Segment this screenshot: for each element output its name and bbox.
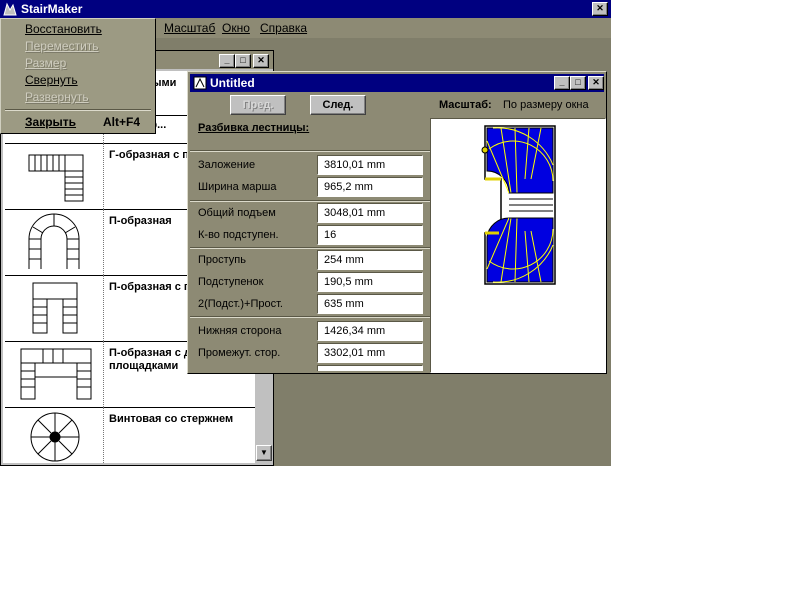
l-stair-icon (5, 143, 104, 209)
field-label-risers: К-во подступен. (198, 229, 279, 241)
menu-separator (5, 109, 151, 111)
tread-value[interactable]: 254 mm (317, 250, 423, 270)
scale-value[interactable]: По размеру окна (503, 99, 589, 111)
stair-plan-drawing (481, 125, 556, 285)
field-label-lower-side: Нижняя сторона (198, 325, 282, 337)
u-winder-stair-icon (5, 209, 104, 275)
sysmenu-close[interactable]: Закрыть (25, 115, 76, 129)
system-menu: Восстановить Переместить Размер Свернуть… (0, 18, 156, 134)
main-title-bar[interactable]: StairMaker ✕ (0, 0, 611, 18)
minimize-icon: _ (559, 77, 565, 87)
spiral-stair-icon (5, 407, 104, 463)
sysmenu-size[interactable]: Размер (25, 56, 66, 70)
lower-side-value[interactable]: 1426,34 mm (317, 321, 423, 341)
field-label-rise: Общий подъем (198, 207, 276, 219)
sysmenu-maximize[interactable]: Развернуть (25, 90, 89, 104)
app-title: StairMaker (21, 2, 83, 16)
maximize-button[interactable]: □ (570, 76, 586, 90)
scroll-down-button[interactable]: ▼ (256, 445, 272, 461)
riser-value[interactable]: 190,5 mm (317, 272, 423, 292)
minimize-icon: _ (224, 55, 230, 65)
minimize-button[interactable]: _ (219, 54, 235, 68)
maximize-icon: □ (575, 77, 581, 87)
group-separator (190, 316, 430, 318)
close-button[interactable]: ✕ (588, 76, 604, 90)
prev-button[interactable]: Пред. (230, 95, 286, 115)
u-landing-stair-icon (5, 275, 104, 341)
list-item[interactable]: Винтовая со стержнем (5, 407, 255, 463)
maximize-icon: □ (240, 55, 246, 65)
field-label-tread: Проступь (198, 254, 246, 266)
sysmenu-close-shortcut: Alt+F4 (103, 115, 141, 129)
middle-side-value[interactable]: 3302,01 mm (317, 343, 423, 363)
close-icon: ✕ (592, 77, 600, 87)
close-button[interactable]: ✕ (592, 2, 608, 16)
risers-value[interactable]: 16 (317, 225, 423, 245)
stair-drawing-canvas[interactable] (430, 118, 606, 373)
rise-value[interactable]: 3048,01 mm (317, 203, 423, 223)
next-button[interactable]: След. (310, 95, 366, 115)
field-label-run: Заложение (198, 159, 256, 171)
group-separator (190, 247, 430, 249)
next-field-partial[interactable] (317, 365, 423, 371)
document-title-bar[interactable]: Untitled _ □ ✕ (190, 74, 604, 92)
field-label-formula: 2(Подст.)+Прост. (198, 298, 283, 310)
document-icon (193, 76, 207, 93)
run-value[interactable]: 3810,01 mm (317, 155, 423, 175)
scale-label: Масштаб: (439, 99, 492, 111)
arrow-down-icon: ▼ (260, 448, 268, 457)
list-item-label: Винтовая со стержнем (109, 413, 234, 425)
close-icon: ✕ (257, 55, 265, 65)
menu-help[interactable]: Справка (260, 21, 307, 35)
field-label-width: Ширина марша (198, 181, 277, 193)
section-title: Разбивка лестницы: (198, 122, 310, 134)
width-value[interactable]: 965,2 mm (317, 177, 423, 197)
menu-window[interactable]: Окно (222, 21, 250, 35)
field-label-middle-side: Промежут. стор. (198, 347, 281, 359)
maximize-button[interactable]: □ (235, 54, 251, 68)
document-window: Untitled _ □ ✕ Пред. След. Масштаб: По р… (187, 71, 607, 374)
sysmenu-minimize[interactable]: Свернуть (25, 73, 78, 87)
field-label-riser: Подступенок (198, 276, 264, 288)
close-button[interactable]: ✕ (253, 54, 269, 68)
sysmenu-move[interactable]: Переместить (25, 39, 99, 53)
u-two-landing-stair-icon (5, 341, 104, 407)
sysmenu-restore[interactable]: Восстановить (25, 22, 102, 36)
formula-value[interactable]: 635 mm (317, 294, 423, 314)
stair-data-panel: Разбивка лестницы: Заложение 3810,01 mm … (190, 118, 430, 371)
group-separator (190, 150, 430, 152)
minimize-button[interactable]: _ (554, 76, 570, 90)
document-title: Untitled (210, 76, 255, 90)
close-icon: ✕ (596, 3, 604, 13)
app-icon[interactable] (3, 2, 17, 19)
group-separator (190, 200, 430, 202)
menu-scale[interactable]: Масштаб (164, 21, 215, 35)
